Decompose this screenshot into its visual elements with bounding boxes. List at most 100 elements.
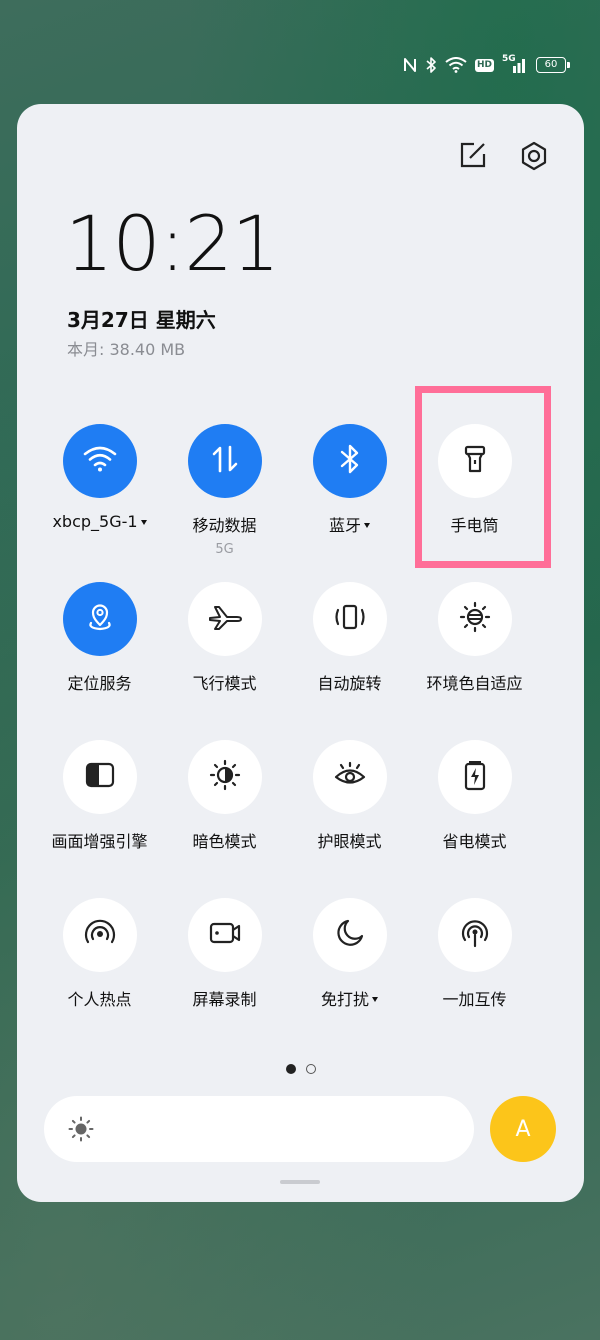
panel-top-actions: [458, 140, 550, 172]
do-not-disturb-icon: [335, 918, 365, 952]
cellular-signal: 5G: [502, 54, 528, 74]
signal-icon: [513, 59, 525, 73]
tile-label: 移动数据: [192, 512, 256, 536]
battery-saver-icon: [463, 759, 487, 795]
page-indicator: [286, 1064, 316, 1074]
tile-ambient-color[interactable]: 环境色自适应: [412, 582, 537, 732]
clock-time: 10:21: [65, 199, 280, 288]
tile-eye-comfort[interactable]: 护眼模式: [287, 740, 412, 890]
tile-label-text: 暗色模式: [192, 832, 257, 851]
tile-label: 自动旋转: [317, 670, 381, 694]
auto-rotate-toggle-button[interactable]: [312, 582, 387, 656]
tile-auto-rotate[interactable]: 自动旋转: [287, 582, 412, 732]
tile-label: 蓝牙: [329, 512, 370, 536]
tile-label: xbcp_5G-1: [52, 512, 147, 531]
brightness-slider[interactable]: [44, 1096, 474, 1162]
display-enhance-icon: [84, 761, 116, 793]
bluetooth-status-icon: [426, 57, 436, 73]
tile-label: 定位服务: [67, 670, 131, 694]
display-enhance-toggle-button[interactable]: [62, 740, 137, 814]
tile-oneplus-share[interactable]: 一加互传: [412, 898, 537, 1048]
dropdown-caret-icon[interactable]: [372, 996, 378, 1002]
tile-hotspot[interactable]: 个人热点: [37, 898, 162, 1048]
clock-date: 3月27日 星期六: [67, 308, 216, 332]
mobile-data-icon: [210, 444, 240, 478]
tile-screen-record[interactable]: 屏幕录制: [162, 898, 287, 1048]
tile-do-not-disturb[interactable]: 免打扰: [287, 898, 412, 1048]
tile-wifi[interactable]: xbcp_5G-1: [37, 424, 162, 574]
tile-label: 护眼模式: [317, 828, 381, 852]
tile-label-text: 一加互传: [442, 990, 507, 1009]
panel-drag-handle[interactable]: [280, 1180, 320, 1184]
data-usage: 本月: 38.40 MB: [67, 340, 186, 359]
page-dot-active[interactable]: [286, 1064, 296, 1074]
tile-label: 屏幕录制: [192, 986, 256, 1010]
tile-mobile-data[interactable]: 移动数据 5G: [162, 424, 287, 574]
tile-sublabel: 5G: [215, 542, 234, 557]
edit-icon[interactable]: [458, 140, 488, 170]
dark-mode-toggle-button[interactable]: [187, 740, 262, 814]
airplane-icon: [208, 603, 242, 635]
settings-gear-icon[interactable]: [518, 140, 550, 172]
location-toggle-button[interactable]: [62, 582, 137, 656]
flashlight-highlight-box: [415, 386, 551, 568]
tile-label-text: 免打扰: [320, 990, 369, 1009]
airplane-toggle-button[interactable]: [187, 582, 262, 656]
tile-label: 个人热点: [67, 986, 131, 1010]
wifi-icon: [83, 445, 117, 477]
tile-label: 一加互传: [442, 986, 506, 1010]
tile-label-text: 移动数据: [192, 516, 257, 535]
tile-label: 画面增强引擎: [51, 828, 147, 852]
tile-label: 环境色自适应: [426, 670, 522, 694]
screen-record-icon: [208, 919, 242, 951]
hd-badge: HD: [474, 58, 494, 72]
tile-label-text: xbcp_5G-1: [52, 512, 138, 531]
user-avatar[interactable]: A: [490, 1096, 556, 1162]
sun-icon: [68, 1116, 94, 1142]
tile-label-text: 个人热点: [67, 990, 132, 1009]
wifi-status-icon: [445, 57, 467, 73]
tile-label: 省电模式: [442, 828, 506, 852]
eye-comfort-icon: [333, 760, 367, 794]
bluetooth-toggle-button[interactable]: [312, 424, 387, 498]
tile-label: 暗色模式: [192, 828, 256, 852]
battery-saver-toggle-button[interactable]: [437, 740, 512, 814]
dark-mode-icon: [209, 759, 241, 795]
nfc-icon: [403, 58, 416, 72]
page-dot[interactable]: [306, 1064, 316, 1074]
tile-label-text: 飞行模式: [192, 674, 257, 693]
mobile-data-toggle-button[interactable]: [187, 424, 262, 498]
dropdown-caret-icon[interactable]: [140, 520, 147, 525]
tile-label-text: 定位服务: [67, 674, 132, 693]
eye-comfort-toggle-button[interactable]: [312, 740, 387, 814]
tile-label-text: 省电模式: [442, 832, 507, 851]
screen-record-toggle-button[interactable]: [187, 898, 262, 972]
ambient-color-toggle-button[interactable]: [437, 582, 512, 656]
do-not-disturb-toggle-button[interactable]: [312, 898, 387, 972]
tile-label-text: 自动旋转: [317, 674, 382, 693]
bluetooth-icon: [339, 444, 361, 478]
tile-label: 免打扰: [321, 986, 378, 1010]
tile-bluetooth[interactable]: 蓝牙: [287, 424, 412, 574]
quick-settings-panel: 10:21 3月27日 星期六 本月: 38.40 MB xbcp_5G-1 移动…: [17, 104, 584, 1202]
tile-airplane[interactable]: 飞行模式: [162, 582, 287, 732]
wifi-toggle-button[interactable]: [62, 424, 137, 498]
tile-dark-mode[interactable]: 暗色模式: [162, 740, 287, 890]
oneplus-share-toggle-button[interactable]: [437, 898, 512, 972]
auto-rotate-icon: [333, 602, 367, 636]
tile-display-enhance[interactable]: 画面增强引擎: [37, 740, 162, 890]
tile-label-text: 环境色自适应: [426, 674, 523, 693]
tile-label-text: 屏幕录制: [192, 990, 257, 1009]
tile-label-text: 画面增强引擎: [51, 832, 148, 851]
ambient-color-icon: [459, 601, 491, 637]
tile-label-text: 护眼模式: [317, 832, 382, 851]
dropdown-caret-icon[interactable]: [364, 522, 370, 528]
location-icon: [85, 601, 115, 637]
hotspot-icon: [83, 918, 117, 952]
tile-battery-saver[interactable]: 省电模式: [412, 740, 537, 890]
tile-label-text: 蓝牙: [328, 516, 361, 535]
hotspot-toggle-button[interactable]: [62, 898, 137, 972]
tile-location[interactable]: 定位服务: [37, 582, 162, 732]
battery-icon: 60: [536, 57, 570, 73]
tile-label: 飞行模式: [192, 670, 256, 694]
